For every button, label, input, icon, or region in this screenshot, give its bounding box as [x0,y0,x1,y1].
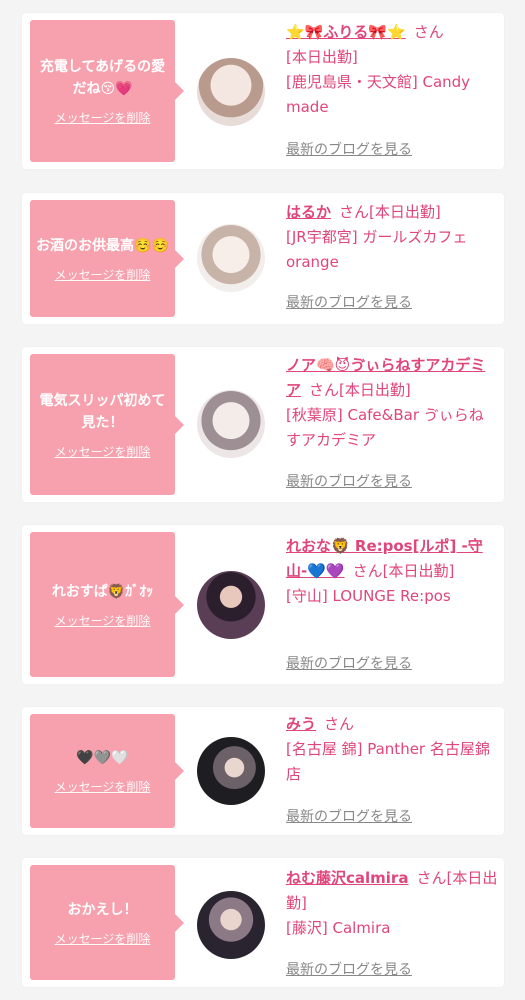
list-item: おかえし！ メッセージを削除 ねむ藤沢calmira さん[本日出勤] [藤沢] … [22,858,504,987]
message-text: れおすぱ🦁ｶﾞｵｯ [51,583,154,600]
delete-message-link[interactable]: メッセージを削除 [55,931,151,947]
delete-message-link[interactable]: メッセージを削除 [55,779,151,795]
avatar[interactable] [197,737,265,805]
list-item: お酒のお供最高☺️☺️ メッセージを削除 はるか さん[本日出勤] [JR宇都宮]… [22,193,504,324]
list-item: れおすぱ🦁ｶﾞｵｯ メッセージを削除 れおな🦁 Re:pos[ルポ] -守山-💙… [22,525,504,684]
list-item: 電気スリッパ初めて見た！ メッセージを削除 ノア🧠😈ゔぃらねすアカデミア さん[本… [22,347,504,502]
avatar[interactable] [197,891,265,959]
list-item: 充電してあげるの愛だね😚💗 メッセージを削除 ⭐🎀ふりる🎀⭐ さん [本日出勤] … [22,13,504,169]
latest-blog-link[interactable]: 最新のブログを見る [286,655,412,673]
message-bubble: 🖤🩶🤍 メッセージを削除 [30,714,184,828]
honorific: さん [324,715,355,733]
honorific: さん [352,562,383,580]
latest-blog-link[interactable]: 最新のブログを見る [286,473,412,491]
honorific: さん [339,203,370,221]
avatar[interactable] [197,58,265,126]
latest-blog-link[interactable]: 最新のブログを見る [286,141,412,159]
cast-name-link[interactable]: ねむ藤沢calmira [286,869,408,887]
status-text: [本日出勤] [286,48,358,66]
cast-name-link[interactable]: はるか [286,203,331,221]
message-text: お酒のお供最高☺️☺️ [36,237,169,254]
status-text: [本日出勤] [382,562,455,580]
message-text: 🖤🩶🤍 [76,750,129,766]
avatar[interactable] [197,224,265,292]
cast-name-link[interactable]: ⭐🎀ふりる🎀⭐ [286,23,406,41]
shop-text: [鹿児島県・天文館] Candy made [286,73,471,116]
message-text: 電気スリッパ初めて見た！ [39,392,166,431]
message-bubble: 電気スリッパ初めて見た！ メッセージを削除 [30,354,184,495]
delete-message-link[interactable]: メッセージを削除 [55,110,151,126]
message-bubble: お酒のお供最高☺️☺️ メッセージを削除 [30,200,184,317]
message-bubble: 充電してあげるの愛だね😚💗 メッセージを削除 [30,20,184,162]
message-list: 充電してあげるの愛だね😚💗 メッセージを削除 ⭐🎀ふりる🎀⭐ さん [本日出勤] … [0,0,525,1000]
shop-text: [守山] LOUNGE Re:pos [286,587,451,605]
message-text: 充電してあげるの愛だね😚💗 [39,59,166,97]
message-bubble: れおすぱ🦁ｶﾞｵｯ メッセージを削除 [30,532,184,677]
honorific: さん [413,23,444,41]
honorific: さん [309,381,340,399]
shop-text: [秋葉原] Cafe&Bar ゔぃらねすアカデミア [286,406,484,449]
honorific: さん [416,869,447,887]
status-text: [本日出勤] [339,381,411,399]
delete-message-link[interactable]: メッセージを削除 [55,267,151,283]
avatar[interactable] [197,390,265,458]
shop-text: [藤沢] Calmira [286,919,391,937]
latest-blog-link[interactable]: 最新のブログを見る [286,294,412,312]
shop-text: [名古屋 錦] Panther 名古屋錦店 [286,740,490,783]
shop-text: [JR宇都宮] ガールズカフェ orange [286,228,468,271]
message-bubble: おかえし！ メッセージを削除 [30,865,184,980]
status-text: [本日出勤] [369,203,441,221]
delete-message-link[interactable]: メッセージを削除 [55,444,151,460]
cast-name-link[interactable]: みう [286,715,316,733]
avatar[interactable] [197,571,265,639]
delete-message-link[interactable]: メッセージを削除 [55,613,151,629]
message-text: おかえし！ [67,901,138,918]
latest-blog-link[interactable]: 最新のブログを見る [286,808,412,826]
list-item: 🖤🩶🤍 メッセージを削除 みう さん [名古屋 錦] Panther 名古屋錦店 … [22,707,504,835]
latest-blog-link[interactable]: 最新のブログを見る [286,961,412,979]
